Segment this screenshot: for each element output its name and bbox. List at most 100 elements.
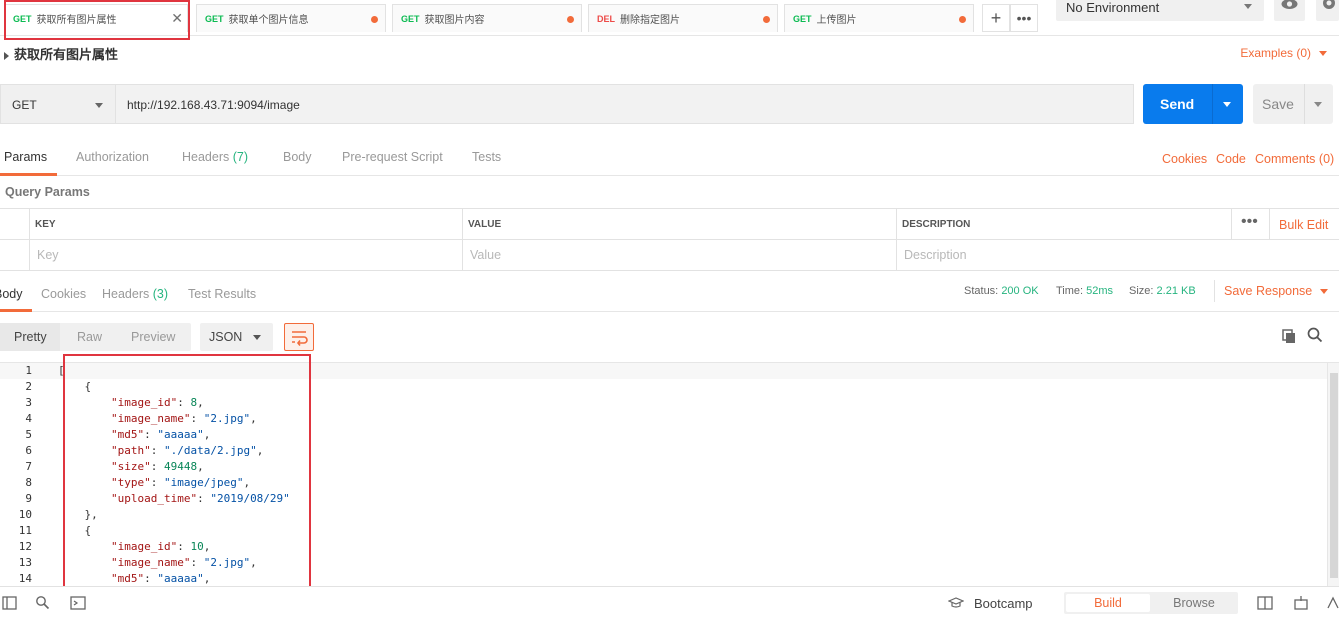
column-divider [896,209,897,271]
response-body-code[interactable]: 1 2 3 4 5 6 7 8 9 10 11 12 13 14 [ { "image_id": 8, "… [0,362,1339,586]
close-icon[interactable]: ✕ [171,10,183,27]
tab-params[interactable]: Params [4,150,47,164]
environment-select[interactable]: No Environment [1056,0,1264,21]
method-select[interactable]: GET [0,84,115,124]
value-input[interactable]: Value [470,248,501,262]
line-number: 8 [25,476,32,489]
json-value: "aaaaa" [157,572,204,585]
unsaved-dot-icon [371,16,378,23]
more-tabs-icon[interactable]: ••• [1010,4,1038,32]
divider [1214,280,1215,302]
sidebar-toggle-icon[interactable] [2,595,18,611]
line-number: 1 [25,364,32,377]
request-tab[interactable]: GET 获取所有图片属性 ✕ [4,4,188,32]
eye-icon[interactable] [1274,0,1305,21]
copy-icon[interactable] [1281,328,1297,344]
json-key: "image_name" [110,556,191,569]
line-number: 7 [25,460,32,473]
tab-name: 获取所有图片属性 [36,15,117,26]
tab-prerequest-script[interactable]: Pre-request Script [342,150,443,164]
json-value: "aaaaa" [157,428,204,441]
raw-button[interactable]: Raw [77,330,102,344]
more-options-icon[interactable]: ••• [1241,213,1258,231]
tab-name: 上传图片 [816,15,857,26]
chevron-down-icon[interactable] [1223,102,1231,107]
headers-count: (7) [232,150,249,164]
preview-button[interactable]: Preview [131,330,175,344]
line-number: 9 [25,492,32,505]
find-replace-icon[interactable] [35,595,51,611]
response-tabs: Body Cookies Headers (3) Test Results St… [0,276,1339,312]
description-input[interactable]: Description [904,248,967,262]
line-number: 4 [25,412,32,425]
request-tab[interactable]: GET 获取单个图片信息 [196,4,386,32]
column-divider [462,209,463,271]
tab-test-results[interactable]: Test Results [188,287,256,301]
new-tab-plus-icon[interactable]: + [982,4,1010,32]
save-response-dropdown[interactable]: Save Response [1224,284,1329,298]
active-tab-indicator [0,173,57,176]
comments-link[interactable]: Comments (0) [1255,152,1334,166]
bulk-edit-link[interactable]: Bulk Edit [1279,218,1328,232]
request-title[interactable]: 获取所有图片属性 [4,44,118,63]
vertical-scrollbar[interactable] [1327,363,1339,586]
search-icon[interactable] [1307,327,1323,343]
tab-response-body[interactable]: Body [0,287,23,301]
tab-body[interactable]: Body [283,150,312,164]
tab-headers[interactable]: Headers (7) [182,150,248,164]
chevron-down-icon[interactable] [1314,102,1322,107]
examples-label: Examples (0) [1240,46,1311,60]
time-info[interactable]: Time: 52ms [1056,285,1113,297]
browse-button[interactable]: Browse [1152,594,1236,612]
request-tab[interactable]: DEL 删除指定图片 [588,4,778,32]
status-bar: Bootcamp Build Browse [0,586,1339,618]
json-key: "image_id" [110,396,178,409]
wrap-lines-icon[interactable] [284,323,314,351]
tab-method: GET [793,13,812,24]
json-value: 8 [190,396,198,409]
size-value: 2.21 KB [1156,285,1196,297]
json-key: "md5" [110,572,145,585]
caret-right-icon [4,51,9,60]
params-table: KEY VALUE DESCRIPTION ••• Bulk Edit Key … [0,208,1339,271]
cookies-link[interactable]: Cookies [1162,152,1207,166]
status-info[interactable]: Status: 200 OK [964,285,1039,297]
json-value: "2.jpg" [203,556,251,569]
two-pane-view-icon[interactable] [1257,595,1273,611]
console-icon[interactable] [70,595,86,611]
examples-dropdown[interactable]: Examples (0) [1240,46,1327,60]
capture-icon[interactable] [1293,595,1309,611]
url-input[interactable]: http://192.168.43.71:9094/image [115,84,1134,124]
unsaved-dot-icon [959,16,966,23]
request-tab[interactable]: GET 获取图片内容 [392,4,582,32]
bootcamp-icon [947,595,965,611]
help-icon[interactable] [1326,595,1339,611]
tab-tests[interactable]: Tests [472,150,501,164]
save-label: Save [1262,96,1294,112]
code-link[interactable]: Code [1216,152,1246,166]
code-line: [ [58,364,65,377]
size-label: Size: [1129,285,1154,297]
chevron-down-icon [1244,4,1252,9]
tab-authorization[interactable]: Authorization [76,150,149,164]
send-button[interactable]: Send [1143,84,1243,124]
format-type-select[interactable]: JSON [200,323,273,351]
json-value: "2.jpg" [203,412,251,425]
build-button[interactable]: Build [1066,594,1150,612]
tab-method: GET [13,13,32,24]
request-tab[interactable]: GET 上传图片 [784,4,974,32]
line-number: 6 [25,444,32,457]
size-info[interactable]: Size: 2.21 KB [1129,285,1196,297]
line-number: 10 [18,508,32,521]
key-input[interactable]: Key [37,248,59,262]
unsaved-dot-icon [567,16,574,23]
gear-icon[interactable] [1316,0,1339,21]
pretty-button[interactable]: Pretty [14,330,47,344]
scroll-thumb[interactable] [1330,373,1338,578]
save-button[interactable]: Save [1253,84,1333,124]
json-key: "md5" [110,428,145,441]
tab-response-cookies[interactable]: Cookies [41,287,86,301]
bootcamp-link[interactable]: Bootcamp [974,596,1033,611]
format-type-label: JSON [209,330,243,344]
tab-response-headers[interactable]: Headers (3) [102,287,168,301]
